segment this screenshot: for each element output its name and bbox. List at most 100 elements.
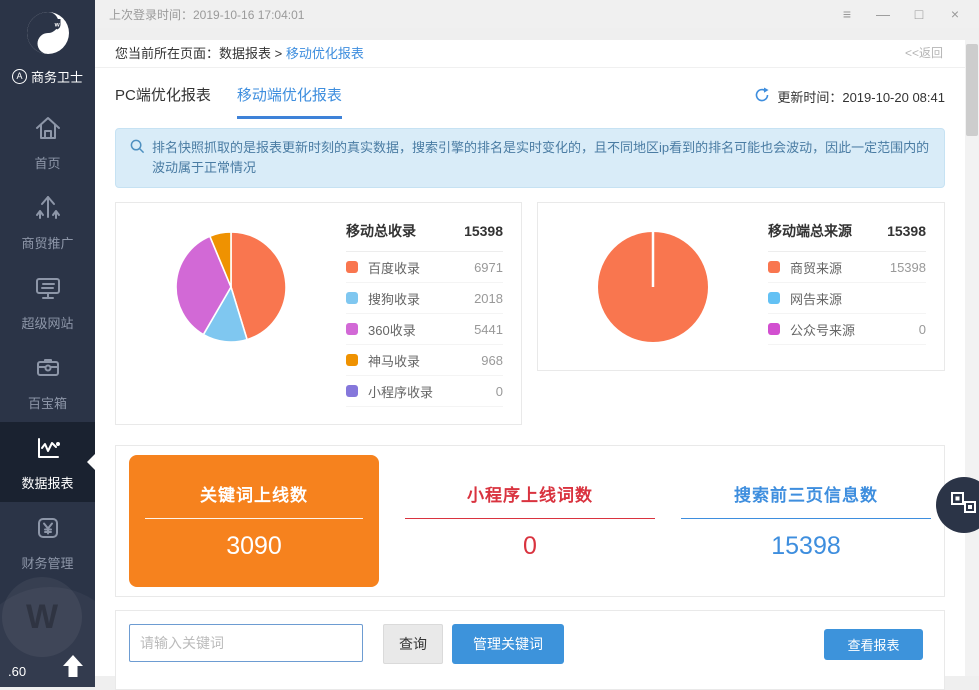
titlebar: 上次登录时间：2019-10-16 17:04:01 ≡ — □ × [95, 0, 979, 28]
tab-pc-report[interactable]: PC端优化报表 [115, 84, 211, 116]
stat-divider [681, 518, 931, 519]
sidebar-item-label: 百宝箱 [28, 393, 67, 412]
sidebar-item-website[interactable]: 超级网站 [0, 262, 95, 342]
brand-name: 商务卫士 [31, 67, 83, 86]
legend-label: 小程序收录 [368, 382, 496, 401]
update-time-box: 更新时间：2019-10-20 08:41 [754, 84, 945, 106]
stat-divider [145, 518, 363, 519]
manage-keywords-button[interactable]: 管理关键词 [452, 624, 564, 664]
update-time-text: 更新时间：2019-10-20 08:41 [777, 87, 945, 106]
notice-banner: 排名快照抓取的是报表更新时刻的真实数据，搜索引擎的排名是实时变化的，且不同地区i… [115, 128, 945, 188]
query-button[interactable]: 查询 [383, 624, 443, 664]
back-link[interactable]: <<返回 [905, 40, 943, 67]
legend-value: 968 [481, 353, 503, 368]
refresh-icon[interactable] [754, 87, 770, 106]
stat-keywords-online-box: 关键词上线数 3090 [129, 455, 379, 587]
maximize-icon[interactable]: □ [901, 0, 937, 28]
scrollbar-thumb[interactable] [966, 44, 978, 136]
sidebar-item-promotion[interactable]: 商贸推广 [0, 182, 95, 262]
brand: w A 商务卫士 [0, 0, 95, 86]
legend-total: 15398 [464, 223, 503, 239]
stat-divider [405, 518, 655, 519]
search-icon [130, 138, 152, 178]
legend-label: 360收录 [368, 320, 474, 339]
stat-value: 15398 [771, 532, 841, 561]
legend-row: 搜狗收录2018 [346, 283, 503, 314]
legend-row: 神马收录968 [346, 345, 503, 376]
legend-label: 商贸来源 [790, 258, 890, 277]
legend-header: 移动总收录 15398 [346, 221, 503, 252]
sidebar-item-finance[interactable]: 财务管理 [0, 502, 95, 582]
stats-card: 关键词上线数 3090 小程序上线词数 0 搜索前三页信息数 15398 [115, 445, 945, 597]
legend-value: 2018 [474, 291, 503, 306]
sidebar-item-toolbox[interactable]: 百宝箱 [0, 342, 95, 422]
watermark-letter: W [26, 598, 58, 637]
keyword-bar: 查询 管理关键词 查看报表 [115, 610, 945, 690]
stat-miniprogram-words: 小程序上线词数 0 [392, 446, 668, 596]
breadcrumb: 您当前所在页面：数据报表 > 移动优化报表 <<返回 [95, 40, 965, 68]
legend-swatch [346, 323, 358, 335]
legend-value: 15398 [890, 260, 926, 275]
scrollbar[interactable] [965, 40, 979, 676]
menu-icon[interactable]: ≡ [829, 0, 865, 28]
sidebar-item-label: 超级网站 [21, 313, 73, 332]
keyword-input[interactable] [129, 624, 363, 662]
legend-row: 公众号来源0 [768, 314, 926, 345]
breadcrumb-section: 数据报表 [219, 46, 271, 61]
sidebar: W w A 商务卫士 首页商贸推广超级网站百宝箱数据报表财务管理 .60 [0, 0, 95, 687]
legend-title: 移动端总来源 [768, 221, 887, 241]
legend-row: 百度收录6971 [346, 252, 503, 283]
chart-card-sources: 移动端总来源 15398 商贸来源15398网告来源公众号来源0 [537, 202, 945, 371]
legend-total: 15398 [887, 223, 926, 239]
collapse-up-icon[interactable] [61, 653, 85, 679]
brand-badge-icon: A [12, 69, 27, 84]
tabs-row: PC端优化报表 移动端优化报表 更新时间：2019-10-20 08:41 [115, 84, 945, 120]
report-icon [32, 432, 64, 464]
legend-label: 网告来源 [790, 289, 926, 308]
legend-header: 移动端总来源 15398 [768, 221, 926, 252]
stat-title: 小程序上线词数 [467, 481, 593, 506]
legend-value: 0 [496, 384, 503, 399]
legend-row: 360收录5441 [346, 314, 503, 345]
watermark-shield: W [2, 577, 82, 657]
legend-swatch [346, 354, 358, 366]
legend-title: 移动总收录 [346, 221, 464, 241]
stat-value: 0 [523, 532, 537, 561]
legend-rows: 百度收录6971搜狗收录2018360收录5441神马收录968小程序收录0 [346, 252, 503, 407]
breadcrumb-current: 移动优化报表 [286, 46, 364, 61]
minimize-icon[interactable]: — [865, 0, 901, 28]
legend-indexed: 移动总收录 15398 百度收录6971搜狗收录2018360收录5441神马收… [346, 203, 521, 424]
legend-label: 百度收录 [368, 258, 474, 277]
main-area: 您当前所在页面：数据报表 > 移动优化报表 <<返回 PC端优化报表 移动端优化… [95, 28, 979, 687]
sidebar-item-label: 首页 [34, 153, 60, 172]
notice-text: 排名快照抓取的是报表更新时刻的真实数据，搜索引擎的排名是实时变化的，且不同地区i… [152, 138, 930, 178]
brand-logo-icon: w [25, 43, 71, 60]
legend-row: 网告来源 [768, 283, 926, 314]
stat-value: 3090 [226, 532, 282, 561]
legend-rows: 商贸来源15398 网告来源公众号来源0 [768, 252, 926, 345]
toolbox-icon [32, 352, 64, 384]
legend-swatch [768, 323, 780, 335]
view-report-button[interactable]: 查看报表 [824, 629, 923, 660]
legend-label: 神马收录 [368, 351, 481, 370]
legend-swatch [346, 385, 358, 397]
breadcrumb-prefix: 您当前所在页面： [115, 46, 219, 61]
promotion-icon [32, 192, 64, 224]
finance-icon [32, 512, 64, 544]
close-icon[interactable]: × [937, 0, 973, 28]
active-item-arrow [87, 454, 95, 470]
legend-swatch [346, 292, 358, 304]
legend-value: 6971 [474, 260, 503, 275]
sidebar-item-report[interactable]: 数据报表 [0, 422, 95, 502]
stat-title: 关键词上线数 [200, 481, 308, 506]
legend-swatch [346, 261, 358, 273]
pie-chart-sources [538, 203, 768, 370]
stat-title: 搜索前三页信息数 [734, 481, 878, 506]
legend-swatch [768, 261, 780, 273]
stat-top3-pages-info: 搜索前三页信息数 15398 [668, 446, 944, 596]
home-icon [32, 112, 64, 144]
pie-chart-indexed [116, 203, 346, 424]
tab-mobile-report[interactable]: 移动端优化报表 [237, 84, 342, 119]
sidebar-item-label: 数据报表 [21, 473, 73, 492]
sidebar-item-home[interactable]: 首页 [0, 102, 95, 182]
